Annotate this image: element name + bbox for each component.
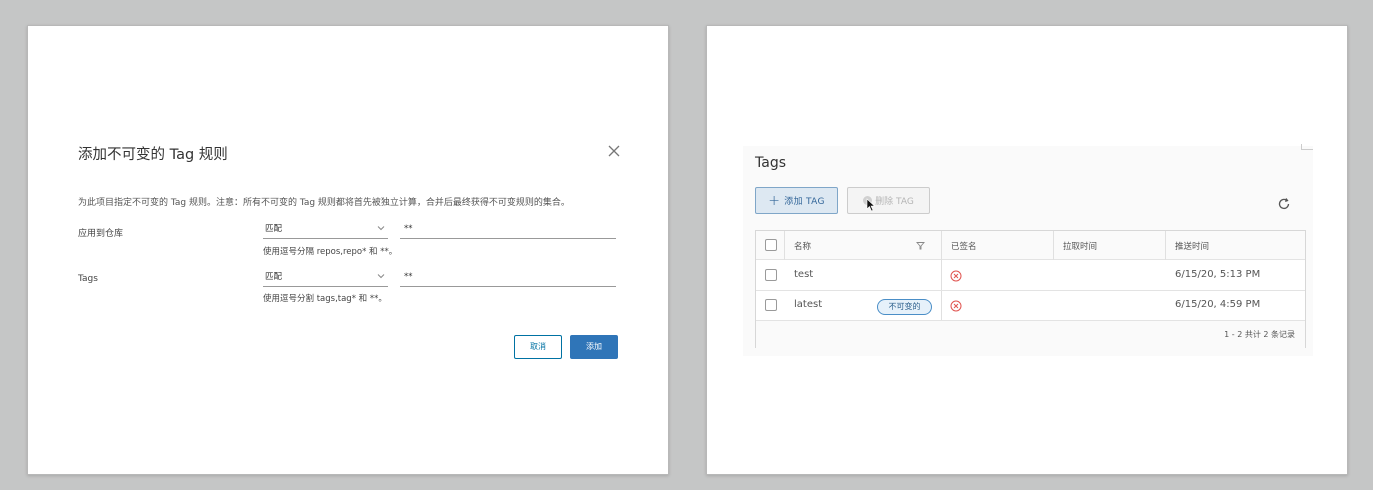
add-tag-label: 添加 TAG: [784, 197, 825, 207]
tags-pattern-hint: 使用逗号分割 tags,tag* 和 **。: [263, 294, 387, 304]
tag-name[interactable]: test: [794, 269, 813, 280]
column-divider: [1165, 231, 1166, 260]
repo-pattern-input[interactable]: **: [400, 223, 616, 239]
tags-row-label: Tags: [78, 274, 98, 284]
add-button[interactable]: 添加: [570, 335, 618, 359]
tags-panel: Tags + 添加 TAG 删除 TAG 名称 已签名 拉取时间 推送时间 te…: [706, 25, 1348, 475]
repo-row-label: 应用到仓库: [78, 229, 124, 239]
immutable-badge: 不可变的: [877, 299, 932, 315]
refresh-icon[interactable]: [1277, 197, 1291, 211]
tags-title: Tags: [755, 155, 786, 171]
add-immutable-rule-dialog: 添加不可变的 Tag 规则 为此项目指定不可变的 Tag 规则。注意：所有不可变…: [27, 25, 669, 475]
chevron-down-icon: [377, 226, 385, 231]
push-time: 6/15/20, 5:13 PM: [1175, 269, 1261, 280]
delete-tag-button[interactable]: 删除 TAG: [847, 187, 930, 214]
tag-name[interactable]: latest: [794, 299, 822, 310]
tags-match-select-value: 匹配: [265, 272, 283, 282]
cancel-button[interactable]: 取消: [514, 335, 562, 359]
tags-pattern-input[interactable]: **: [400, 271, 616, 287]
column-header-push-time[interactable]: 推送时间: [1175, 240, 1209, 252]
add-tag-button[interactable]: + 添加 TAG: [755, 187, 838, 214]
filter-icon[interactable]: [916, 241, 925, 250]
plus-icon: +: [768, 192, 781, 209]
tags-match-select[interactable]: 匹配: [263, 271, 388, 287]
row-checkbox[interactable]: [765, 299, 777, 311]
column-header-pull-time[interactable]: 拉取时间: [1063, 240, 1097, 252]
pagination-summary: 1 - 2 共计 2 条记录: [1224, 330, 1295, 339]
repo-match-select-value: 匹配: [265, 224, 283, 234]
repo-match-select[interactable]: 匹配: [263, 223, 388, 239]
column-header-signed[interactable]: 已签名: [951, 240, 977, 252]
column-divider: [784, 231, 785, 260]
error-circle-icon: [950, 300, 962, 312]
tags-datagrid: 名称 已签名 拉取时间 推送时间 test 6/15/20, 5:13 PM l…: [755, 230, 1306, 348]
card-corner-decoration: [1301, 144, 1313, 150]
table-header: 名称 已签名 拉取时间 推送时间: [756, 231, 1305, 321]
column-header-name[interactable]: 名称: [794, 240, 811, 252]
row-checkbox[interactable]: [765, 269, 777, 281]
dialog-title: 添加不可变的 Tag 规则: [78, 147, 228, 163]
dialog-description: 为此项目指定不可变的 Tag 规则。注意：所有不可变的 Tag 规则都将首先被独…: [78, 198, 570, 208]
mouse-cursor-icon: [866, 198, 876, 212]
close-icon[interactable]: [606, 143, 622, 159]
repo-pattern-hint: 使用逗号分隔 repos,repo* 和 **。: [263, 247, 398, 257]
push-time: 6/15/20, 4:59 PM: [1175, 299, 1261, 310]
select-all-checkbox[interactable]: [765, 239, 777, 251]
column-divider: [1053, 231, 1054, 260]
table-footer: 1 - 2 共计 2 条记录: [756, 321, 1305, 348]
error-circle-icon: [950, 270, 962, 282]
delete-tag-label: 删除 TAG: [875, 197, 914, 207]
chevron-down-icon: [377, 274, 385, 279]
